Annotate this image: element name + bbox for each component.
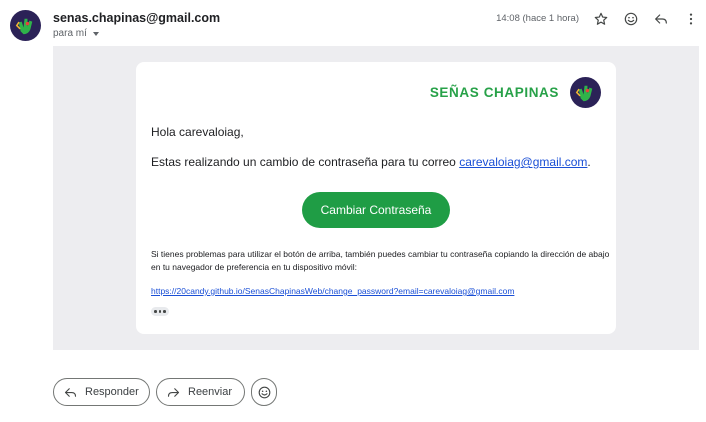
sender-email: senas.chapinas@gmail.com: [53, 11, 221, 25]
forward-button[interactable]: Reenviar: [156, 378, 245, 406]
greeting-text: Hola carevaloiag,: [151, 125, 244, 139]
hand-logo-icon: [575, 85, 593, 102]
emoji-icon[interactable]: [621, 9, 641, 29]
show-trimmed-content-button[interactable]: [151, 307, 169, 316]
help-text: Si tienes problemas para utilizar el bot…: [151, 249, 610, 272]
sender-avatar[interactable]: [10, 10, 41, 41]
brand-logo: [570, 77, 601, 108]
hand-logo-icon: [15, 18, 33, 35]
message-suffix: .: [587, 155, 591, 169]
email-timestamp: 14:08 (hace 1 hora): [496, 13, 579, 24]
recipient-details-toggle[interactable]: para mí: [53, 28, 99, 39]
message-prefix: Estas realizando un cambio de contraseña…: [151, 155, 460, 169]
dot: [163, 310, 166, 313]
message-text: Estas realizando un cambio de contraseña…: [151, 155, 591, 169]
reset-password-link[interactable]: https://20candy.github.io/SenasChapinasW…: [151, 286, 514, 296]
reply-button[interactable]: Responder: [53, 378, 150, 406]
dot: [158, 310, 162, 313]
brand-name: SEÑAS CHAPINAS: [429, 85, 559, 100]
star-icon[interactable]: [591, 9, 611, 29]
forward-icon: [167, 387, 180, 397]
chevron-down-icon[interactable]: [92, 32, 99, 36]
change-password-button[interactable]: Cambiar Contraseña: [302, 192, 450, 228]
email-card: SEÑAS CHAPINAS Hola carevaloiag, Estas r…: [136, 62, 616, 334]
reply-label: Responder: [85, 386, 139, 398]
emoji-reaction-button[interactable]: [251, 378, 277, 406]
dot: [154, 310, 157, 313]
recipient-label: para mí: [53, 28, 87, 39]
email-address-link[interactable]: carevaloiag@gmail.com: [459, 155, 587, 169]
reply-icon: [64, 387, 77, 397]
email-header: senas.chapinas@gmail.com para mí 14:08 (…: [0, 0, 706, 46]
forward-label: Reenviar: [188, 386, 233, 398]
emoji-icon: [258, 386, 270, 398]
reply-icon[interactable]: [651, 9, 671, 29]
more-vert-icon[interactable]: [681, 9, 701, 29]
